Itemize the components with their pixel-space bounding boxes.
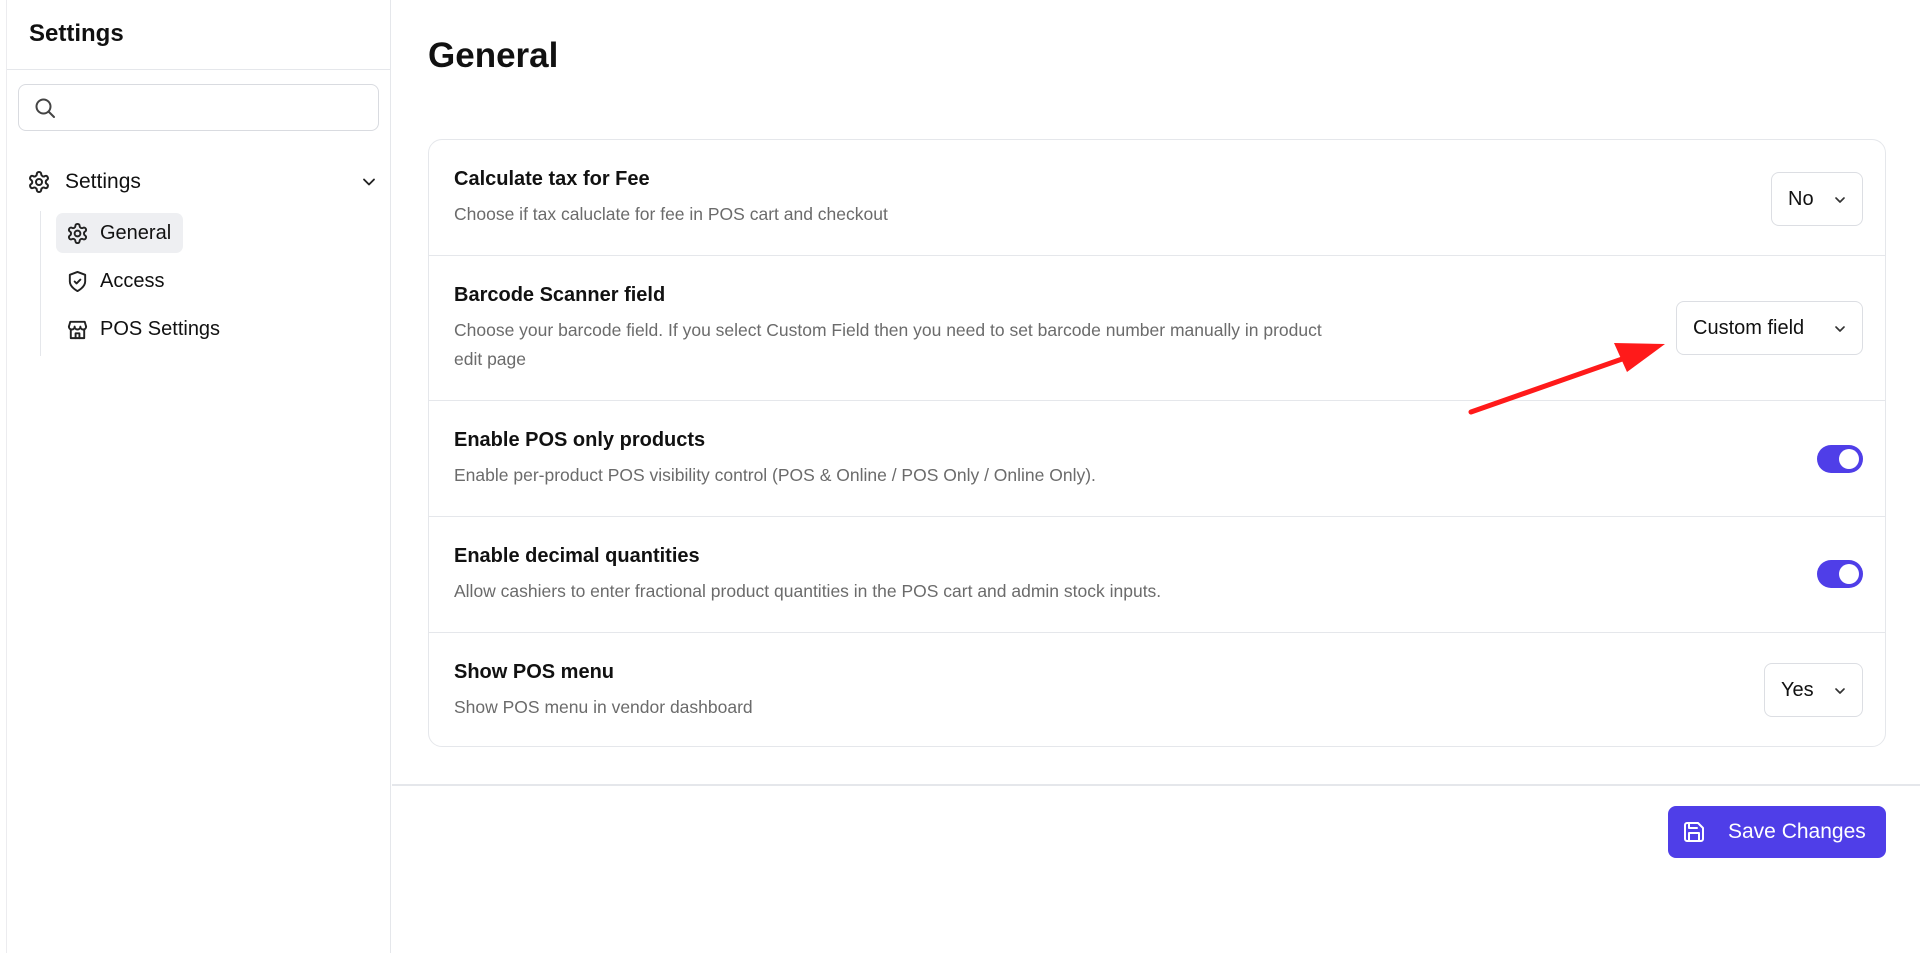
select-value: No [1788, 187, 1814, 210]
settings-card: Calculate tax for Fee Choose if tax calu… [428, 139, 1886, 747]
sidebar: Settings Settings General Access POS Set… [6, 0, 391, 953]
setting-title: Enable decimal quantities [454, 545, 700, 567]
setting-title: Show POS menu [454, 661, 615, 683]
sidebar-item-access[interactable]: Access [56, 261, 176, 301]
save-icon [1684, 822, 1704, 842]
chevron-down-icon [1835, 326, 1845, 332]
chevron-down-icon[interactable] [359, 172, 379, 192]
decimal-quantities-toggle[interactable] [1817, 560, 1863, 588]
setting-description: Allow cashiers to enter fractional produ… [454, 581, 1162, 601]
sidebar-item-label: General [100, 221, 172, 244]
setting-description: Choose if tax caluclate for fee in POS c… [454, 204, 888, 224]
search-box[interactable] [18, 84, 379, 131]
search-icon [35, 98, 55, 118]
sidebar-group-label: Settings [65, 170, 141, 193]
shield-check-icon [68, 270, 87, 292]
sidebar-divider [7, 69, 391, 70]
setting-title: Barcode Scanner field [454, 284, 666, 306]
toggle-knob [1839, 564, 1859, 584]
store-icon [67, 320, 88, 339]
footer-divider [392, 784, 1920, 786]
pos-only-products-toggle[interactable] [1817, 445, 1863, 473]
setting-row-decimal-quantities: Enable decimal quantities Allow cashiers… [429, 517, 1885, 633]
chevron-down-icon [1835, 197, 1845, 203]
sidebar-subnav: General Access POS Settings [40, 211, 340, 356]
save-button-label: Save Changes [1728, 820, 1866, 843]
page-title: General [428, 36, 559, 75]
setting-description: Show POS menu in vendor dashboard [454, 697, 753, 717]
gear-icon [29, 171, 49, 193]
sidebar-item-pos-settings[interactable]: POS Settings [56, 309, 232, 349]
save-changes-button[interactable]: Save Changes [1668, 806, 1886, 858]
sidebar-group-settings[interactable]: Settings [27, 164, 379, 200]
sidebar-item-label: POS Settings [100, 317, 221, 340]
setting-title: Enable POS only products [454, 429, 706, 451]
setting-title: Calculate tax for Fee [454, 168, 650, 190]
toggle-knob [1839, 449, 1859, 469]
tax-fee-select[interactable]: No [1771, 172, 1863, 226]
search-input[interactable] [65, 85, 378, 130]
setting-row-show-pos-menu: Show POS menu Show POS menu in vendor da… [429, 633, 1885, 748]
setting-description: Choose your barcode field. If you select… [454, 320, 1322, 369]
gear-icon [67, 222, 88, 244]
sidebar-item-general[interactable]: General [56, 213, 184, 253]
app-window: Settings Settings General Access POS Set… [0, 0, 1920, 953]
main-content: General Calculate tax for Fee Choose if … [392, 0, 1920, 953]
chevron-down-icon [1835, 688, 1845, 694]
select-value: Yes [1781, 678, 1814, 701]
pos-menu-select[interactable]: Yes [1764, 663, 1863, 717]
setting-row-calculate-tax: Calculate tax for Fee Choose if tax calu… [429, 140, 1885, 256]
select-value: Custom field [1693, 316, 1805, 339]
sidebar-title: Settings [29, 20, 124, 47]
setting-description: Enable per-product POS visibility contro… [454, 465, 1096, 485]
sidebar-item-label: Access [100, 269, 165, 292]
barcode-field-select[interactable]: Custom field [1676, 301, 1863, 355]
setting-row-pos-only-products: Enable POS only products Enable per-prod… [429, 401, 1885, 517]
setting-row-barcode-scanner: Barcode Scanner field Choose your barcod… [429, 256, 1885, 401]
